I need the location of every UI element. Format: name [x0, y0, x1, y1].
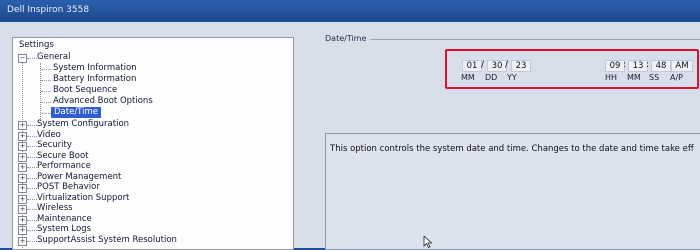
- month-label: MM: [461, 73, 475, 82]
- date-year-input[interactable]: 23: [511, 60, 531, 72]
- time-hour-input[interactable]: 09: [605, 60, 625, 72]
- expand-icon-system-configuration[interactable]: +: [18, 121, 27, 130]
- date-day-input[interactable]: 30: [487, 60, 507, 72]
- tree-item-wireless[interactable]: Wireless: [37, 203, 73, 214]
- time-separator: :: [646, 60, 650, 70]
- tree-item-date-time[interactable]: Date/Time: [51, 107, 101, 118]
- tree-item-post-behavior[interactable]: POST Behavior: [37, 182, 100, 193]
- expand-icon-system-logs[interactable]: +: [18, 226, 27, 235]
- time-ampm-input[interactable]: AM: [671, 60, 693, 72]
- expand-icon-post-behavior[interactable]: +: [18, 184, 27, 193]
- window-title: Dell Inspiron 3558: [0, 0, 700, 20]
- expand-icon-maintenance[interactable]: +: [18, 216, 27, 225]
- tree-item-system-configuration[interactable]: System Configuration: [37, 119, 129, 130]
- section-title: Date/Time: [325, 34, 367, 43]
- tree-root-settings: Settings: [19, 40, 54, 50]
- tree-item-performance[interactable]: Performance: [37, 161, 91, 172]
- year-label: YY: [507, 73, 517, 82]
- date-separator: /: [481, 60, 485, 70]
- expand-icon-supportassist[interactable]: +: [18, 237, 27, 246]
- expand-icon-wireless[interactable]: +: [18, 205, 27, 214]
- expand-icon-virtualization-support[interactable]: +: [18, 195, 27, 204]
- section-divider: [370, 39, 700, 40]
- second-label: SS: [649, 73, 660, 82]
- tree-item-battery-information[interactable]: Battery Information: [53, 74, 136, 85]
- tree-item-general[interactable]: General: [37, 52, 71, 63]
- time-second-input[interactable]: 48: [651, 60, 671, 72]
- expand-icon-security[interactable]: +: [18, 142, 27, 151]
- tree-item-supportassist-system-resolution[interactable]: SupportAssist System Resolution: [37, 235, 177, 246]
- tree-item-advanced-boot-options[interactable]: Advanced Boot Options: [53, 96, 153, 107]
- time-minute-input[interactable]: 13: [628, 60, 648, 72]
- settings-tree: Settings − General System Information Ba…: [12, 37, 294, 250]
- date-month-input[interactable]: 01: [462, 60, 482, 72]
- time-separator: :: [623, 60, 627, 70]
- tree-item-security[interactable]: Security: [37, 140, 72, 151]
- hour-label: HH: [605, 73, 618, 82]
- expand-icon-power-management[interactable]: +: [18, 174, 27, 183]
- date-separator: /: [505, 60, 509, 70]
- tree-item-system-information[interactable]: System Information: [53, 63, 137, 74]
- tree-item-boot-sequence[interactable]: Boot Sequence: [53, 85, 117, 96]
- day-label: DD: [485, 73, 498, 82]
- tree-item-system-logs[interactable]: System Logs: [37, 224, 91, 235]
- description-box: This option controls the system date and…: [325, 133, 700, 250]
- bios-setup-window: Settings − General System Information Ba…: [0, 22, 700, 250]
- mouse-pointer-icon: [423, 236, 433, 248]
- expand-icon-secure-boot[interactable]: +: [18, 153, 27, 162]
- expand-icon-video[interactable]: +: [18, 132, 27, 141]
- collapse-icon-general[interactable]: −: [18, 54, 27, 63]
- minute-label: MM: [627, 73, 641, 82]
- date-time-panel: Date/Time 01 / 30 / 23 MM DD YY 09 : 13 …: [315, 30, 700, 250]
- ampm-label: A/P: [670, 73, 683, 82]
- description-text: This option controls the system date and…: [330, 144, 694, 154]
- expand-icon-performance[interactable]: +: [18, 163, 27, 172]
